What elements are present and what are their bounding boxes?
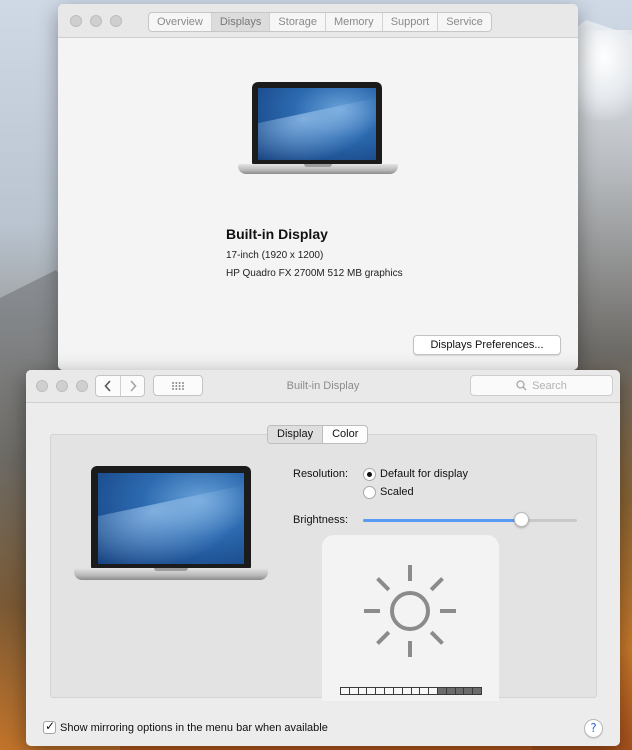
resolution-default-label[interactable]: Default for display [380,468,468,480]
resolution-scaled-label[interactable]: Scaled [380,486,414,498]
zoom-window-button[interactable] [110,15,122,27]
search-input[interactable]: Search [470,375,613,396]
resolution-label: Resolution: [293,468,349,480]
brightness-slider-fill [363,519,522,522]
help-icon: ? [590,721,597,735]
laptop-screen [258,88,376,160]
laptop-notch [154,568,188,571]
mirroring-option[interactable]: Show mirroring options in the menu bar w… [43,719,328,734]
tab-support[interactable]: Support [383,13,439,31]
tab-memory[interactable]: Memory [326,13,383,31]
laptop-image [74,466,268,582]
brightness-level-segment [376,688,385,694]
tab-service[interactable]: Service [438,13,491,31]
brightness-level-segment [385,688,393,694]
tab-display[interactable]: Display [268,426,324,443]
brightness-sun-icon [364,565,456,657]
tab-color[interactable]: Color [323,426,367,443]
brightness-level-segment [402,688,411,694]
brightness-level-segment [367,688,376,694]
brightness-level-segment [455,688,464,694]
mirroring-label[interactable]: Show mirroring options in the menu bar w… [60,722,328,734]
display-titlebar: Built-in Display Search [26,370,620,403]
about-this-mac-window: Overview Displays Storage Memory Support… [58,4,578,370]
mirroring-checkbox[interactable] [43,719,56,734]
display-size: 17-inch (1920 x 1200) [226,250,324,261]
search-icon [516,380,527,391]
brightness-level-segment [358,688,367,694]
laptop-screen [98,473,244,564]
brightness-level-segment [420,688,429,694]
brightness-level-segment [349,688,358,694]
display-tab-bar: Display Color [267,425,369,444]
brightness-level-segment [437,688,446,694]
displays-preferences-button[interactable]: Displays Preferences... [413,335,561,355]
search-placeholder: Search [532,379,567,392]
tab-storage[interactable]: Storage [270,13,326,31]
laptop-image [238,82,398,182]
display-name: Built-in Display [226,226,328,242]
brightness-level-segment [341,688,349,694]
brightness-level-segment [464,688,473,694]
brightness-level-bar [340,687,482,695]
brightness-level-segment [429,688,437,694]
brightness-level-segment [473,688,481,694]
about-titlebar: Overview Displays Storage Memory Support… [58,4,578,38]
brightness-level-segment [393,688,402,694]
minimize-window-button[interactable] [90,15,102,27]
window-controls [70,15,122,27]
brightness-level-segment [411,688,420,694]
laptop-notch [304,164,332,167]
brightness-slider[interactable] [363,519,577,522]
tab-displays[interactable]: Displays [211,13,271,31]
brightness-level-segment [446,688,455,694]
brightness-label: Brightness: [293,514,349,526]
tab-overview[interactable]: Overview [149,13,212,31]
close-window-button[interactable] [70,15,82,27]
resolution-scaled-radio[interactable] [363,486,376,499]
about-tab-bar: Overview Displays Storage Memory Support… [148,12,492,32]
brightness-slider-knob[interactable] [513,512,529,527]
display-graphics: HP Quadro FX 2700M 512 MB graphics [226,268,403,279]
resolution-default-radio[interactable] [363,468,376,481]
built-in-display-window: Built-in Display Search Display Color Re… [26,370,620,746]
brightness-hud [322,535,499,701]
help-button[interactable]: ? [584,719,603,738]
